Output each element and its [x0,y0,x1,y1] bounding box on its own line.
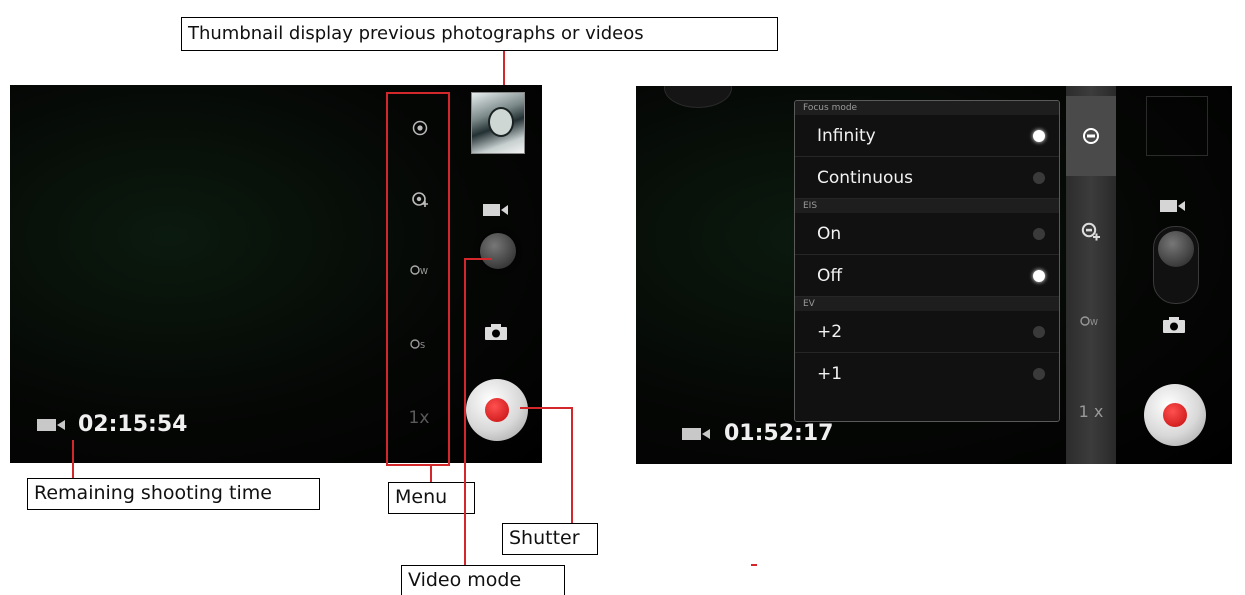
video-camera-icon [480,200,512,220]
option-continuous[interactable]: Continuous [795,157,1059,199]
video-mode-toggle[interactable] [480,233,516,269]
thumbnail-callout: Thumbnail display previous photographs o… [181,17,778,51]
radio-unselected[interactable] [1033,326,1045,338]
thumbnail-frame[interactable] [1146,96,1208,156]
remaining-time: 02:15:54 [78,412,188,437]
video-mode-toggle-track[interactable] [1153,226,1199,304]
video-mode-callout: Video mode [401,565,565,595]
section-title-focus: Focus mode [795,101,1059,115]
zoom-in-icon-right[interactable] [1076,220,1106,244]
option-plus-2[interactable]: +2 [795,311,1059,353]
option-on[interactable]: On [795,213,1059,255]
menu-callout-line [430,464,432,482]
shutter-callout: Shutter [502,523,598,555]
menu-highlight-box [386,92,450,466]
recording-video-icon-right [678,424,716,444]
radio-unselected[interactable] [1033,228,1045,240]
shutter-line-h [520,407,572,409]
video-mode-line-v [464,258,466,566]
video-mode-toggle-knob[interactable] [1158,231,1194,267]
remaining-callout-line [72,440,74,478]
radio-selected[interactable] [1033,270,1045,282]
thumbnail-preview[interactable] [471,92,525,154]
shutter-line-v [571,407,573,525]
shutter-button-right[interactable] [1144,384,1206,446]
recording-video-icon [34,415,70,435]
video-camera-icon-right [1156,196,1190,216]
record-dot [485,398,509,422]
remaining-callout: Remaining shooting time [27,478,320,510]
section-title-ev: EV [795,297,1059,311]
photo-camera-icon [480,321,512,343]
camera-screen-left: W S 1x 02:15:54 [10,85,542,463]
white-balance-icon-right[interactable]: W [1076,310,1106,332]
menu-callout: Menu [388,482,475,514]
settings-popup: Focus mode Infinity Continuous EIS On Of… [794,100,1060,422]
option-label: Infinity [817,126,876,146]
option-off[interactable]: Off [795,255,1059,297]
focus-mode-icon-active[interactable] [1076,124,1106,148]
video-mode-line-h [464,258,492,260]
thumbnail-face [488,107,514,137]
option-label: On [817,224,842,244]
photo-camera-icon-right [1158,314,1190,336]
option-label: Continuous [817,168,914,188]
option-plus-1[interactable]: +1 [795,353,1059,394]
camera-screen-right: W 1 x 01:52:17 Focus mode Infinity Conti… [636,86,1232,464]
option-label: +1 [817,364,843,384]
svg-text:W: W [1090,318,1098,327]
option-infinity[interactable]: Infinity [795,115,1059,157]
stray-mark [751,564,757,566]
shutter-button[interactable] [466,379,528,441]
option-label: Off [817,266,843,286]
section-title-eis: EIS [795,199,1059,213]
radio-unselected[interactable] [1033,172,1045,184]
record-dot-right [1163,403,1187,427]
remaining-time-right: 01:52:17 [724,421,834,446]
option-label: +2 [817,322,843,342]
zoom-level-label-right[interactable]: 1 x [1074,398,1108,424]
radio-unselected[interactable] [1033,368,1045,380]
viewfinder-preview [10,85,542,463]
radio-selected[interactable] [1033,130,1045,142]
